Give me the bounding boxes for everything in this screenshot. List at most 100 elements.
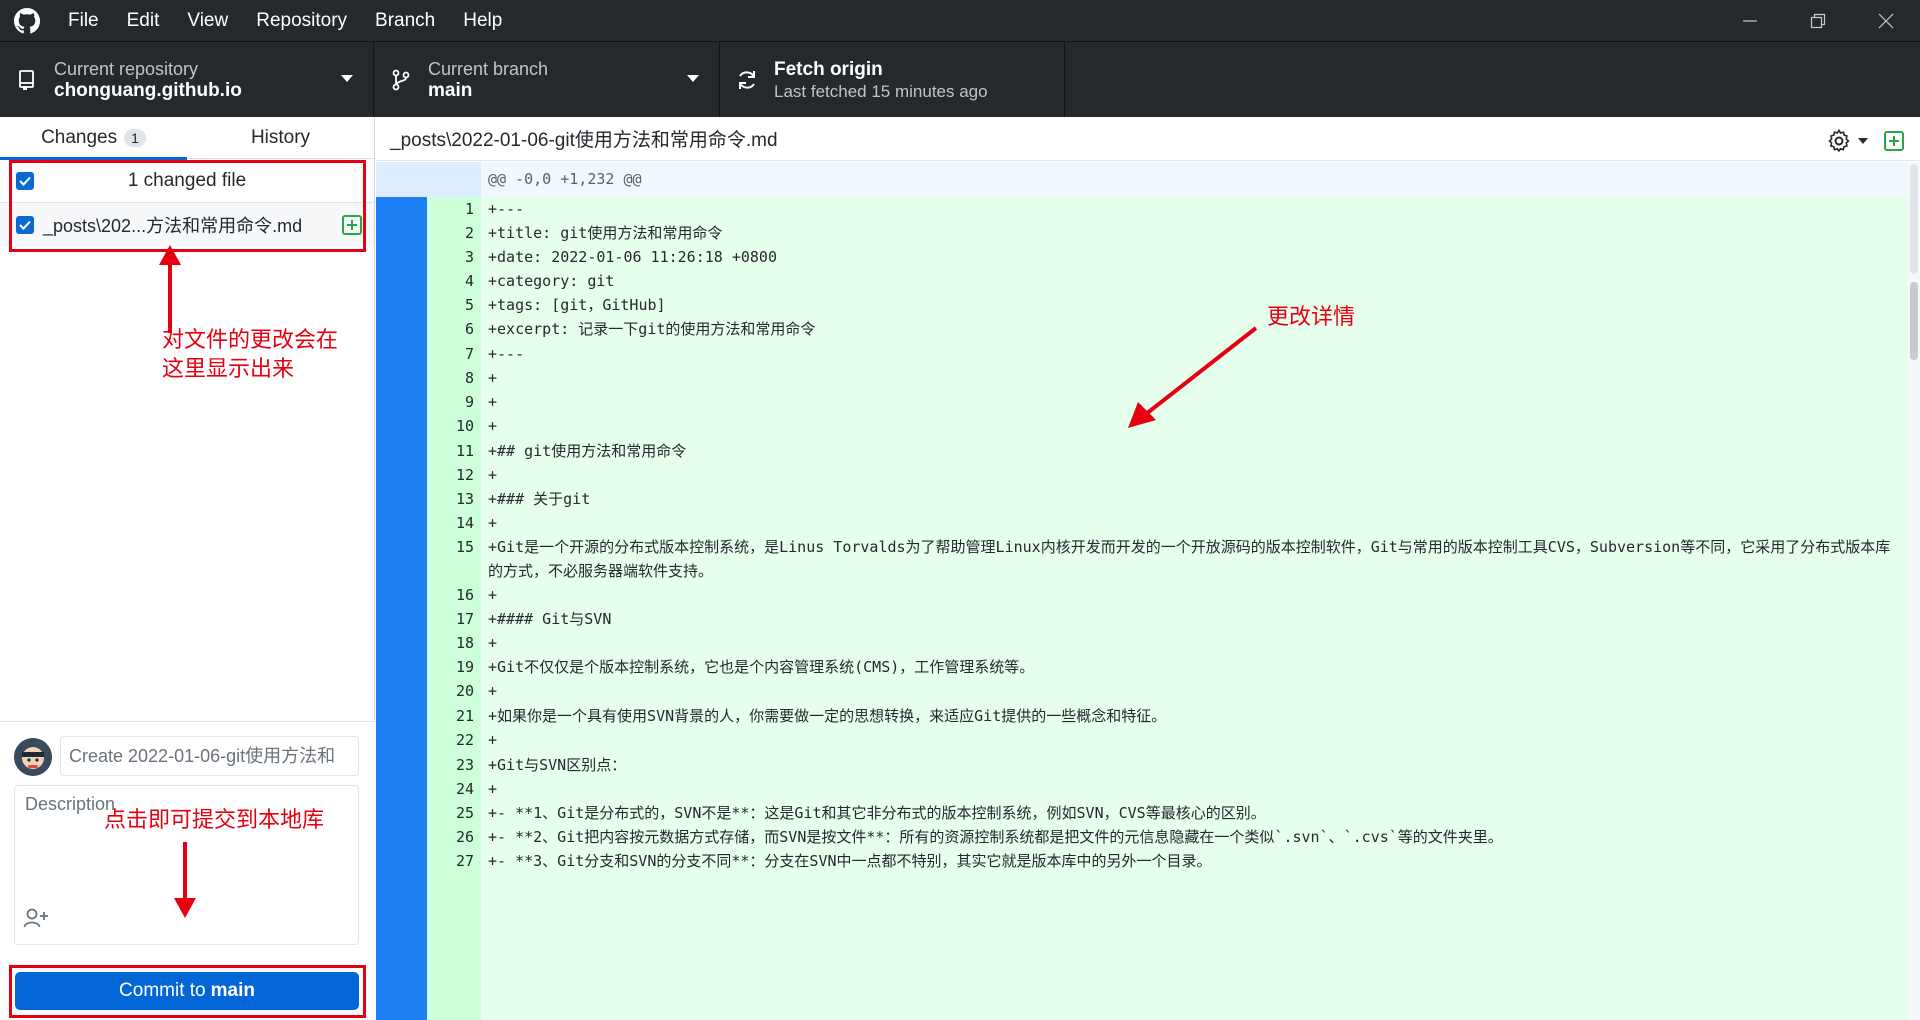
diff-line: 11 +## git使用方法和常用命令 [376, 439, 1908, 463]
diff-line: 25 +- **1、Git是分布式的，SVN不是**：这是Git和其它非分布式的版… [376, 801, 1908, 825]
annotation-arrow-down-icon [174, 842, 196, 918]
diff-line: 14 + [376, 511, 1908, 535]
diff-line: 16 + [376, 583, 1908, 607]
line-number[interactable]: 20 [427, 679, 474, 703]
diff-line: 21 +如果你是一个具有使用SVN背景的人，你需要做一定的思想转换，来适应Git提… [376, 704, 1908, 728]
line-content: + [488, 466, 498, 484]
diff-scrollbar[interactable] [1908, 162, 1920, 1020]
commit-summary-input[interactable]: Create 2022-01-06-git使用方法和 [60, 736, 359, 776]
tab-changes-label: Changes [41, 127, 118, 148]
line-content: +- **1、Git是分布式的，SVN不是**：这是Git和其它非分布式的版本控… [488, 804, 1266, 822]
line-number[interactable]: 6 [427, 317, 474, 341]
branch-label: Current branch [428, 58, 549, 79]
diff-line: 15 +Git是一个开源的分布式版本控制系统，是Linus Torvalds为了帮… [376, 535, 1908, 583]
diff-line: 26 +- **2、Git把内容按元数据方式存储，而SVN是按文件**：所有的资源… [376, 825, 1908, 849]
line-number[interactable]: 8 [427, 366, 474, 390]
line-content: +category: git [488, 272, 615, 290]
line-content: +--- [488, 200, 525, 218]
add-coauthor-icon[interactable] [23, 907, 49, 934]
line-number[interactable]: 21 [427, 704, 474, 728]
line-content: +## git使用方法和常用命令 [488, 442, 687, 460]
description-placeholder: Description [25, 794, 116, 814]
line-number[interactable]: 17 [427, 607, 474, 631]
annotation-box-file-list [9, 160, 366, 252]
tab-changes[interactable]: Changes 1 [0, 117, 187, 160]
annotation-file-list-note: 对文件的更改会在 这里显示出来 [162, 326, 338, 384]
line-number[interactable]: 14 [427, 511, 474, 535]
tab-history[interactable]: History [187, 117, 374, 159]
commit-button[interactable]: Commit to main [15, 972, 359, 1010]
line-number[interactable]: 16 [427, 583, 474, 607]
annotation-arrow-diagonal-icon [1128, 326, 1258, 428]
line-content: + [488, 682, 498, 700]
line-number[interactable]: 1 [427, 197, 474, 221]
line-number[interactable]: 18 [427, 631, 474, 655]
menu-bar: File Edit View Repository Branch Help [54, 0, 516, 41]
diff-file-path: _posts\2022-01-06-git使用方法和常用命令.md [390, 130, 778, 151]
line-number[interactable]: 12 [427, 463, 474, 487]
line-number[interactable]: 9 [427, 390, 474, 414]
scrollbar-thumb[interactable] [1910, 282, 1918, 360]
line-number[interactable]: 19 [427, 655, 474, 679]
line-number[interactable]: 5 [427, 293, 474, 317]
repository-name: chonguang.github.io [54, 79, 242, 101]
toolbar: Current repository chonguang.github.io C… [0, 41, 1920, 118]
line-number[interactable]: 13 [427, 487, 474, 511]
hunk-header[interactable]: @@ -0,0 +1,232 @@ [376, 162, 1908, 197]
line-number[interactable]: 24 [427, 777, 474, 801]
line-number[interactable]: 15 [427, 535, 474, 559]
annotation-line-2: 这里显示出来 [162, 357, 295, 382]
line-content: + [488, 514, 498, 532]
menu-edit[interactable]: Edit [113, 0, 174, 41]
line-content: +Git是一个开源的分布式版本控制系统，是Linus Torvalds为了帮助管… [488, 538, 1891, 580]
diff-settings-gear-icon[interactable] [1826, 128, 1868, 154]
line-number[interactable]: 2 [427, 221, 474, 245]
diff-line: 4 +category: git [376, 269, 1908, 293]
line-content: +如果你是一个具有使用SVN背景的人，你需要做一定的思想转换，来适应Git提供的… [488, 707, 1167, 725]
expand-diff-plus-icon[interactable] [1884, 131, 1904, 151]
current-repository-button[interactable]: Current repository chonguang.github.io [0, 42, 374, 118]
line-content: + [488, 586, 498, 604]
line-number[interactable]: 10 [427, 414, 474, 438]
annotation-commit-note: 点击即可提交到本地库 [104, 808, 325, 833]
fetch-status: Last fetched 15 minutes ago [774, 81, 988, 101]
menu-view[interactable]: View [173, 0, 242, 41]
line-number[interactable]: 11 [427, 439, 474, 463]
close-icon[interactable] [1852, 0, 1920, 41]
line-content: +title: git使用方法和常用命令 [488, 224, 723, 242]
minimize-icon[interactable] [1716, 0, 1784, 41]
line-number[interactable]: 3 [427, 245, 474, 269]
line-number[interactable]: 7 [427, 342, 474, 366]
tab-history-label: History [250, 127, 311, 148]
diff-line: 23 +Git与SVN区别点： [376, 753, 1908, 777]
chevron-down-icon [687, 75, 699, 82]
fetch-origin-button[interactable]: Fetch origin Last fetched 15 minutes ago [720, 42, 1065, 118]
sidebar-tabs: Changes 1 History [0, 117, 374, 160]
commit-panel: Create 2022-01-06-git使用方法和 Description 点… [0, 721, 375, 1020]
menu-branch[interactable]: Branch [361, 0, 449, 41]
diff-line: 18 + [376, 631, 1908, 655]
line-content: +- **2、Git把内容按元数据方式存储，而SVN是按文件**：所有的资源控制… [488, 828, 1503, 846]
line-number[interactable]: 26 [427, 825, 474, 849]
menu-file[interactable]: File [54, 0, 113, 41]
current-branch-button[interactable]: Current branch main [374, 42, 720, 118]
line-content: +Git与SVN区别点： [488, 756, 627, 774]
diff-line: 3 +date: 2022-01-06 11:26:18 +0800 [376, 245, 1908, 269]
diff-line: 12 + [376, 463, 1908, 487]
restore-icon[interactable] [1784, 0, 1852, 41]
menu-repository[interactable]: Repository [242, 0, 361, 41]
menu-help[interactable]: Help [449, 0, 516, 41]
line-number[interactable]: 27 [427, 849, 474, 873]
line-content: +tags: [git，GitHub] [488, 296, 666, 314]
line-number[interactable]: 4 [427, 269, 474, 293]
diff-line: 5 +tags: [git，GitHub] [376, 293, 1908, 317]
diff-line: 27 +- **3、Git分支和SVN的分支不同**：分支在SVN中一点都不特别，… [376, 849, 1908, 873]
chevron-down-icon [341, 75, 353, 82]
changes-count-badge: 1 [124, 129, 146, 147]
commit-button-prefix: Commit to [119, 980, 206, 1001]
line-content: + [488, 731, 498, 749]
line-number[interactable]: 25 [427, 801, 474, 825]
diff-line: 13 +### 关于git [376, 487, 1908, 511]
line-number[interactable]: 22 [427, 728, 474, 752]
line-number[interactable]: 23 [427, 753, 474, 777]
